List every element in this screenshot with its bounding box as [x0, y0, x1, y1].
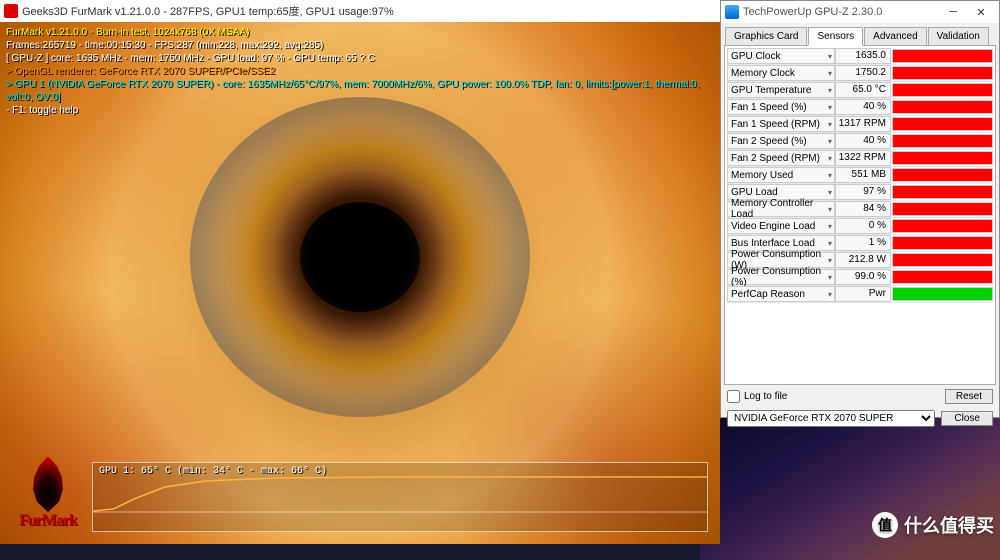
- overlay-line-gpuz: [ GPU-Z ] core: 1635 MHz - mem: 1750 MHz…: [6, 52, 720, 65]
- sensor-name-dropdown[interactable]: Fan 1 Speed (%): [727, 99, 835, 115]
- flame-icon: [23, 456, 73, 512]
- sensor-name-dropdown[interactable]: Fan 1 Speed (RPM): [727, 116, 835, 132]
- sensor-name-dropdown[interactable]: Memory Used: [727, 167, 835, 183]
- sensor-value: 65.0 °C: [835, 82, 891, 98]
- watermark-badge-icon: 值: [872, 512, 898, 538]
- gpuz-select-row: NVIDIA GeForce RTX 2070 SUPER Close: [721, 408, 999, 433]
- gpuz-footer: Log to file Reset: [721, 385, 999, 408]
- sensor-row: PerfCap ReasonPwr: [727, 286, 993, 303]
- furmark-render-area: FurMark v1.21.0.0 - Burn-in test, 1024x7…: [0, 22, 720, 544]
- sensor-row: Fan 1 Speed (RPM)1317 RPM: [727, 116, 993, 133]
- gpuz-app-icon: [725, 5, 739, 19]
- sensor-name-dropdown[interactable]: Video Engine Load: [727, 218, 835, 234]
- reset-button[interactable]: Reset: [945, 389, 993, 404]
- sensor-value: 551 MB: [835, 167, 891, 183]
- minimize-button[interactable]: ─: [939, 2, 967, 22]
- log-to-file-checkbox[interactable]: Log to file: [727, 390, 787, 403]
- sensor-name-dropdown[interactable]: Memory Controller Load: [727, 201, 835, 217]
- sensor-row: Power Consumption (%)99.0 % TDP: [727, 269, 993, 286]
- sensor-graph[interactable]: [892, 49, 993, 63]
- sensor-row: Video Engine Load0 %: [727, 218, 993, 235]
- render-iris: [190, 97, 530, 417]
- gpuz-titlebar[interactable]: TechPowerUp GPU-Z 2.30.0 ─ ✕: [721, 1, 999, 23]
- furmark-app-icon: [4, 4, 18, 18]
- sensor-name-dropdown[interactable]: Power Consumption (%): [727, 269, 835, 285]
- gpuz-sensors-panel[interactable]: GPU Clock1635.0 MHzMemory Clock1750.2 MH…: [724, 45, 996, 385]
- sensor-value: 1750.2 MHz: [835, 65, 891, 81]
- sensor-row: Fan 1 Speed (%)40 %: [727, 99, 993, 116]
- watermark: 值 什么值得买: [872, 512, 994, 538]
- graph-line: [93, 473, 707, 513]
- tab-graphics-card[interactable]: Graphics Card: [725, 27, 807, 45]
- furmark-overlay: FurMark v1.21.0.0 - Burn-in test, 1024x7…: [6, 26, 720, 117]
- log-to-file-label: Log to file: [744, 391, 787, 402]
- sensor-row: Fan 2 Speed (%)40 %: [727, 133, 993, 150]
- furmark-logo: FurMark: [8, 456, 88, 530]
- gpu-select[interactable]: NVIDIA GeForce RTX 2070 SUPER: [727, 410, 935, 427]
- sensor-graph[interactable]: [892, 202, 993, 216]
- furmark-titlebar[interactable]: Geeks3D FurMark v1.21.0.0 - 287FPS, GPU1…: [0, 0, 720, 22]
- sensor-graph[interactable]: [892, 253, 993, 267]
- sensor-value: 97 %: [835, 184, 891, 200]
- overlay-line-title: FurMark v1.21.0.0 - Burn-in test, 1024x7…: [6, 26, 720, 39]
- sensor-graph[interactable]: [892, 219, 993, 233]
- furmark-logo-text: FurMark: [8, 512, 88, 530]
- sensor-graph[interactable]: [892, 100, 993, 114]
- overlay-line-renderer: > OpenGL renderer: GeForce RTX 2070 SUPE…: [6, 65, 720, 78]
- sensor-name-dropdown[interactable]: GPU Clock: [727, 48, 835, 64]
- sensor-name-dropdown[interactable]: Fan 2 Speed (RPM): [727, 150, 835, 166]
- furmark-window: Geeks3D FurMark v1.21.0.0 - 287FPS, GPU1…: [0, 0, 720, 544]
- log-to-file-input[interactable]: [727, 390, 740, 403]
- sensor-graph[interactable]: [892, 270, 993, 284]
- furmark-title: Geeks3D FurMark v1.21.0.0 - 287FPS, GPU1…: [22, 3, 394, 19]
- gpuz-window: TechPowerUp GPU-Z 2.30.0 ─ ✕ Graphics Ca…: [720, 0, 1000, 418]
- gpuz-title: TechPowerUp GPU-Z 2.30.0: [743, 6, 939, 18]
- tab-advanced[interactable]: Advanced: [864, 27, 926, 45]
- sensor-value: 40 %: [835, 99, 891, 115]
- sensor-graph[interactable]: [892, 287, 993, 301]
- sensor-value: 0 %: [835, 218, 891, 234]
- sensor-name-dropdown[interactable]: PerfCap Reason: [727, 286, 835, 302]
- sensor-value: 212.8 W: [835, 252, 891, 268]
- sensor-name-dropdown[interactable]: Fan 2 Speed (%): [727, 133, 835, 149]
- window-controls: ─ ✕: [939, 2, 995, 22]
- overlay-line-gpu1: > GPU 1 (NVIDIA GeForce RTX 2070 SUPER) …: [6, 78, 720, 104]
- sensor-name-dropdown[interactable]: Memory Clock: [727, 65, 835, 81]
- sensor-value: 1 %: [835, 235, 891, 251]
- sensor-row: Memory Clock1750.2 MHz: [727, 65, 993, 82]
- sensor-graph[interactable]: [892, 117, 993, 131]
- temperature-graph: GPU 1: 65° C (min: 34° C - max: 66° C): [92, 462, 708, 532]
- sensor-row: Memory Used551 MB: [727, 167, 993, 184]
- sensor-graph[interactable]: [892, 83, 993, 97]
- sensor-graph[interactable]: [892, 66, 993, 80]
- sensor-graph[interactable]: [892, 151, 993, 165]
- close-panel-button[interactable]: Close: [941, 411, 993, 426]
- sensor-row: Memory Controller Load84 %: [727, 201, 993, 218]
- sensor-value: 1635.0 MHz: [835, 48, 891, 64]
- watermark-text: 什么值得买: [904, 512, 994, 538]
- sensor-graph[interactable]: [892, 134, 993, 148]
- sensor-graph[interactable]: [892, 236, 993, 250]
- sensor-name-dropdown[interactable]: GPU Temperature: [727, 82, 835, 98]
- overlay-line-frames: Frames:265719 - time:00:15:30 - FPS:287 …: [6, 39, 720, 52]
- sensor-graph[interactable]: [892, 185, 993, 199]
- overlay-line-help: - F1: toggle help: [6, 104, 720, 117]
- sensor-value: 84 %: [835, 201, 891, 217]
- tab-sensors[interactable]: Sensors: [808, 27, 863, 46]
- close-button[interactable]: ✕: [967, 2, 995, 22]
- gpuz-tabs: Graphics CardSensorsAdvancedValidation: [721, 23, 999, 45]
- sensor-value: 1322 RPM: [835, 150, 891, 166]
- sensor-row: GPU Temperature65.0 °C: [727, 82, 993, 99]
- sensor-value: 1317 RPM: [835, 116, 891, 132]
- sensor-row: Fan 2 Speed (RPM)1322 RPM: [727, 150, 993, 167]
- sensor-value: 99.0 % TDP: [835, 269, 891, 285]
- render-pupil: [300, 202, 420, 312]
- sensor-value: Pwr: [835, 286, 891, 302]
- sensor-graph[interactable]: [892, 168, 993, 182]
- sensor-value: 40 %: [835, 133, 891, 149]
- tab-validation[interactable]: Validation: [928, 27, 989, 45]
- sensor-row: GPU Clock1635.0 MHz: [727, 48, 993, 65]
